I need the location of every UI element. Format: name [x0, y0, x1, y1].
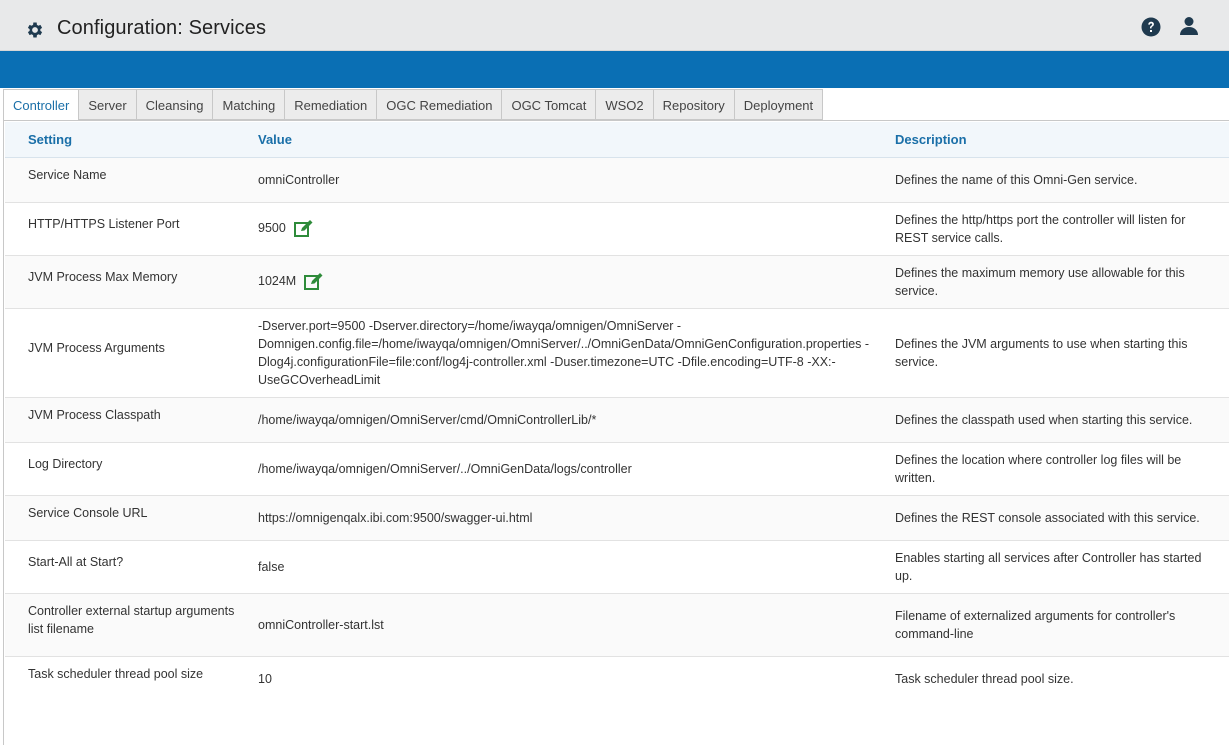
- column-header-setting: Setting: [28, 132, 73, 147]
- table-row: Controller external startup arguments li…: [5, 594, 1229, 657]
- table-row: Service Name omniController Defines the …: [5, 158, 1229, 203]
- tab-ogc-tomcat[interactable]: OGC Tomcat: [502, 89, 597, 120]
- table-row: JVM Process Arguments -Dserver.port=9500…: [5, 309, 1229, 398]
- tab-ogc-remediation[interactable]: OGC Remediation: [377, 89, 503, 120]
- tab-matching[interactable]: Matching: [213, 89, 286, 120]
- tab-controller[interactable]: Controller: [3, 89, 80, 121]
- table-row: HTTP/HTTPS Listener Port 9500 Defines th…: [5, 203, 1229, 256]
- setting-name: Start-All at Start?: [28, 555, 124, 569]
- setting-value: -Dserver.port=9500 -Dserver.directory=/h…: [258, 319, 870, 387]
- table-row: Log Directory /home/iwayqa/omnigen/OmniS…: [5, 443, 1229, 496]
- setting-value: false: [258, 560, 285, 574]
- user-icon[interactable]: [1180, 16, 1198, 36]
- setting-value: https://omnigenqalx.ibi.com:9500/swagger…: [258, 511, 533, 525]
- setting-name: JVM Process Arguments: [28, 341, 165, 355]
- tab-wso2[interactable]: WSO2: [596, 89, 654, 120]
- tab-server[interactable]: Server: [79, 89, 137, 120]
- edit-icon[interactable]: [304, 272, 324, 291]
- table-header: Setting Value Description: [5, 122, 1229, 158]
- accent-bar: [0, 51, 1229, 88]
- settings-table: Setting Value Description Service Name o…: [3, 120, 1229, 745]
- setting-name: Service Console URL: [28, 506, 148, 520]
- setting-description: Task scheduler thread pool size.: [895, 672, 1074, 686]
- setting-description: Defines the REST console associated with…: [895, 511, 1200, 525]
- setting-value: 9500: [258, 221, 286, 235]
- setting-name: Log Directory: [28, 457, 103, 471]
- question-circle-icon[interactable]: [1141, 17, 1161, 37]
- setting-name: HTTP/HTTPS Listener Port: [28, 217, 180, 231]
- setting-description: Defines the name of this Omni-Gen servic…: [895, 173, 1138, 187]
- column-header-value: Value: [258, 132, 292, 147]
- edit-icon[interactable]: [293, 219, 314, 238]
- setting-value: omniController: [258, 173, 340, 187]
- table-row: Service Console URL https://omnigenqalx.…: [5, 496, 1229, 541]
- column-header-description: Description: [895, 132, 967, 147]
- setting-description: Defines the maximum memory use allowable…: [895, 266, 1185, 298]
- setting-value-container: 9500: [258, 219, 888, 238]
- setting-name: JVM Process Max Memory: [28, 270, 178, 284]
- setting-value: 10: [258, 672, 272, 686]
- setting-name: Task scheduler thread pool size: [28, 667, 204, 681]
- setting-description: Defines the location where controller lo…: [895, 453, 1182, 485]
- setting-name: Service Name: [28, 168, 107, 182]
- setting-description: Defines the http/https port the controll…: [895, 213, 1186, 245]
- page-header: Configuration: Services: [0, 0, 1229, 51]
- setting-value: /home/iwayqa/omnigen/OmniServer/cmd/Omni…: [258, 413, 597, 427]
- tab-remediation[interactable]: Remediation: [285, 89, 378, 120]
- gear-icon: [27, 22, 43, 38]
- setting-description: Filename of externalized arguments for c…: [895, 609, 1176, 641]
- table-row: Task scheduler thread pool size 10 Task …: [5, 657, 1229, 702]
- setting-name: JVM Process Classpath: [28, 408, 161, 422]
- tab-repository[interactable]: Repository: [653, 89, 735, 120]
- table-row: JVM Process Classpath /home/iwayqa/omnig…: [5, 398, 1229, 443]
- setting-description: Defines the classpath used when starting…: [895, 413, 1193, 427]
- setting-description: Defines the JVM arguments to use when st…: [895, 337, 1188, 369]
- tab-deployment[interactable]: Deployment: [734, 89, 824, 120]
- tab-bar: Controller Server Cleansing Matching Rem…: [3, 89, 824, 121]
- setting-name: Controller external startup arguments li…: [28, 604, 235, 636]
- setting-value-container: 1024M: [258, 272, 888, 291]
- setting-description: Enables starting all services after Cont…: [895, 551, 1202, 583]
- page-title: Configuration: Services: [57, 17, 267, 39]
- table-row: Start-All at Start? false Enables starti…: [5, 541, 1229, 594]
- setting-value: 1024M: [258, 274, 297, 288]
- tab-cleansing[interactable]: Cleansing: [136, 89, 214, 120]
- setting-value: /home/iwayqa/omnigen/OmniServer/../OmniG…: [258, 462, 632, 476]
- table-row: JVM Process Max Memory 1024M Defines the…: [5, 256, 1229, 309]
- setting-value: omniController-start.lst: [258, 618, 384, 632]
